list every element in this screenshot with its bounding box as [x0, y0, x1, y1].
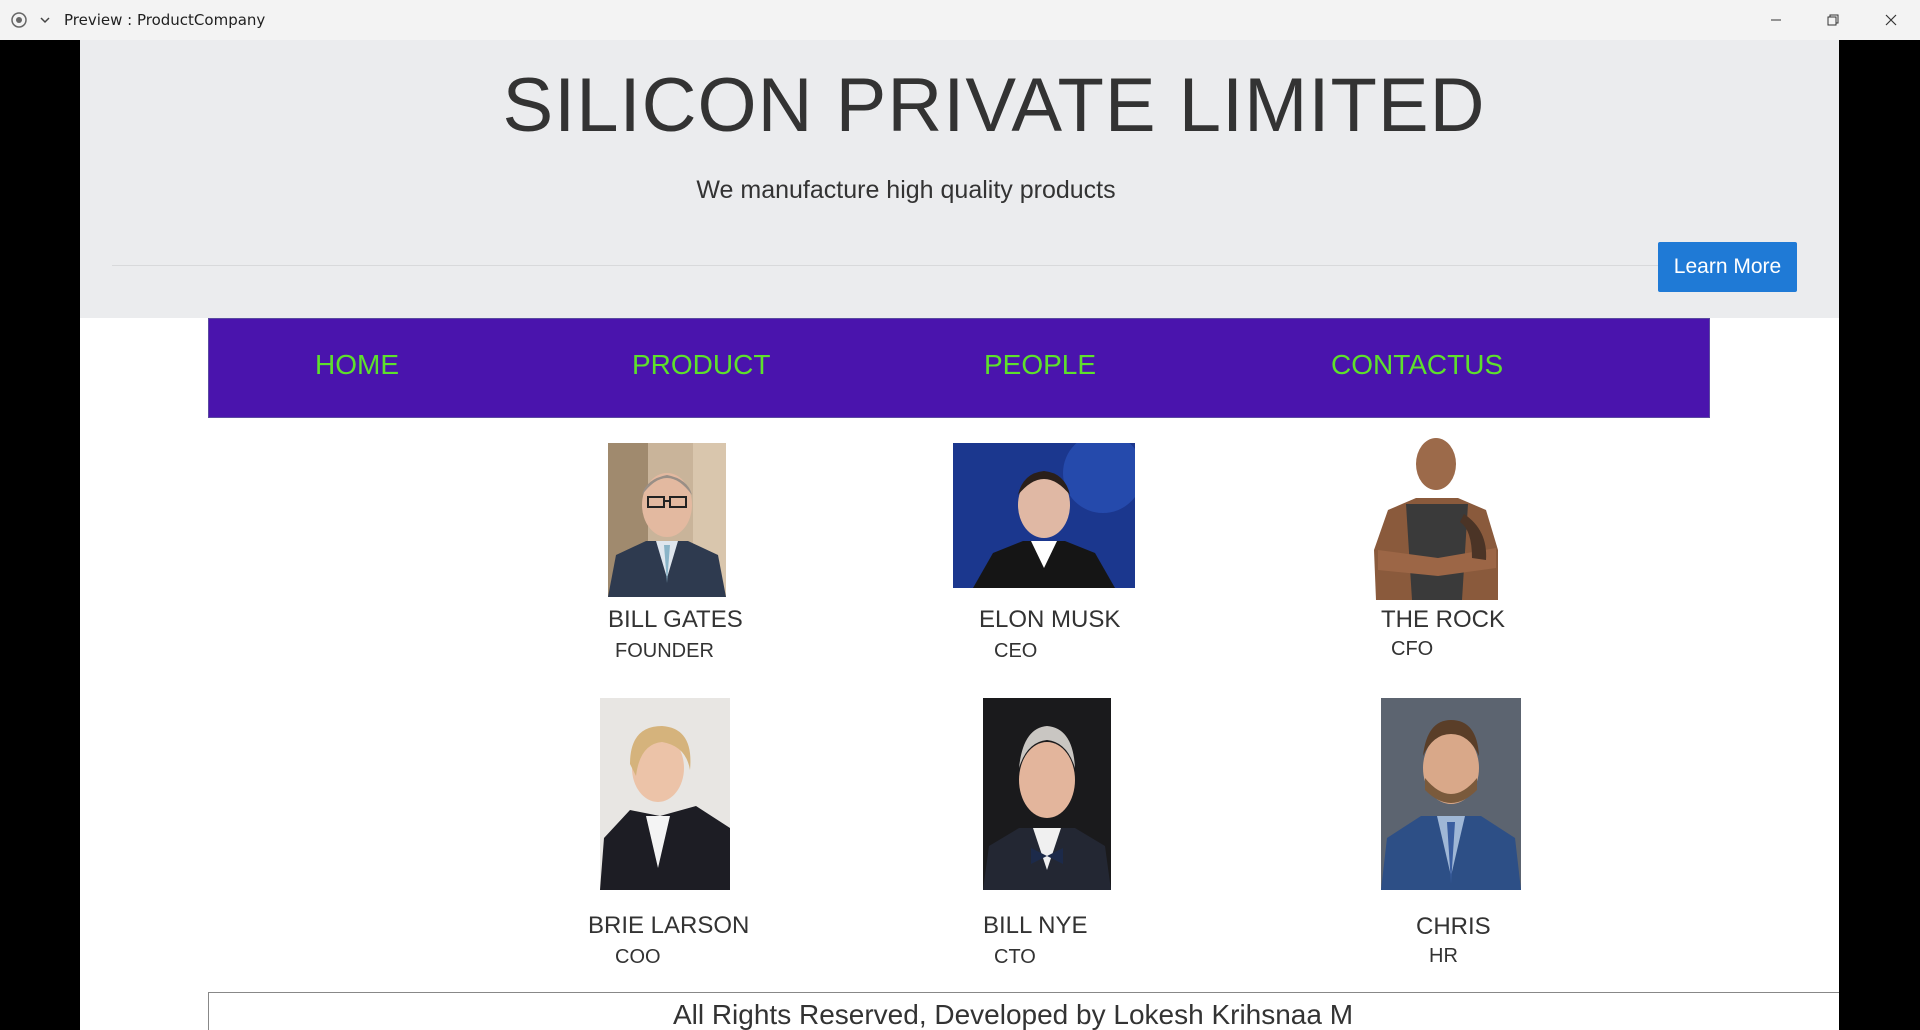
person-photo-coo: [600, 698, 730, 890]
person-name: BILL NYE: [983, 912, 1088, 939]
window-title: Preview : ProductCompany: [64, 11, 266, 29]
chevron-down-icon[interactable]: [38, 13, 52, 31]
person-role: HR: [1429, 945, 1458, 967]
header-divider: [112, 265, 1772, 266]
person-name: ELON MUSK: [979, 606, 1121, 633]
company-tagline: We manufacture high quality products: [696, 176, 1116, 204]
nav-product[interactable]: PRODUCT: [632, 349, 770, 381]
header-jumbotron: SILICON PRIVATE LIMITED We manufacture h…: [80, 40, 1839, 318]
person-name: CHRIS: [1416, 913, 1491, 940]
person-role: FOUNDER: [615, 640, 714, 662]
person-name: BRIE LARSON: [588, 912, 750, 939]
footer-text: All Rights Reserved, Developed by Lokesh…: [672, 999, 1354, 1030]
minimize-button[interactable]: [1753, 5, 1799, 35]
learn-more-button[interactable]: Learn More: [1658, 242, 1797, 292]
nav-contactus[interactable]: CONTACTUS: [1331, 349, 1503, 381]
footer: All Rights Reserved, Developed by Lokesh…: [208, 992, 1839, 1030]
window-titlebar: Preview : ProductCompany: [0, 0, 1920, 40]
nav-home[interactable]: HOME: [315, 349, 399, 381]
app-icon: [10, 11, 28, 33]
app-content: SILICON PRIVATE LIMITED We manufacture h…: [80, 40, 1839, 1030]
company-title: SILICON PRIVATE LIMITED: [502, 63, 1486, 148]
restore-button[interactable]: [1810, 5, 1856, 35]
person-role: CFO: [1391, 638, 1434, 660]
person-role: COO: [615, 946, 661, 968]
person-photo-cfo: [1368, 430, 1505, 600]
person-role: CEO: [994, 640, 1038, 662]
person-photo-cto: [983, 698, 1111, 890]
person-name: THE ROCK: [1381, 606, 1506, 633]
person-photo-hr: [1381, 698, 1521, 890]
person-photo-ceo: [953, 443, 1135, 588]
main-nav: HOME PRODUCT PEOPLE CONTACTUS: [208, 318, 1710, 418]
person-name: BILL GATES: [608, 606, 743, 633]
close-button[interactable]: [1868, 5, 1914, 35]
nav-people[interactable]: PEOPLE: [984, 349, 1096, 381]
person-role: CTO: [994, 946, 1036, 968]
person-photo-founder: [608, 443, 726, 597]
